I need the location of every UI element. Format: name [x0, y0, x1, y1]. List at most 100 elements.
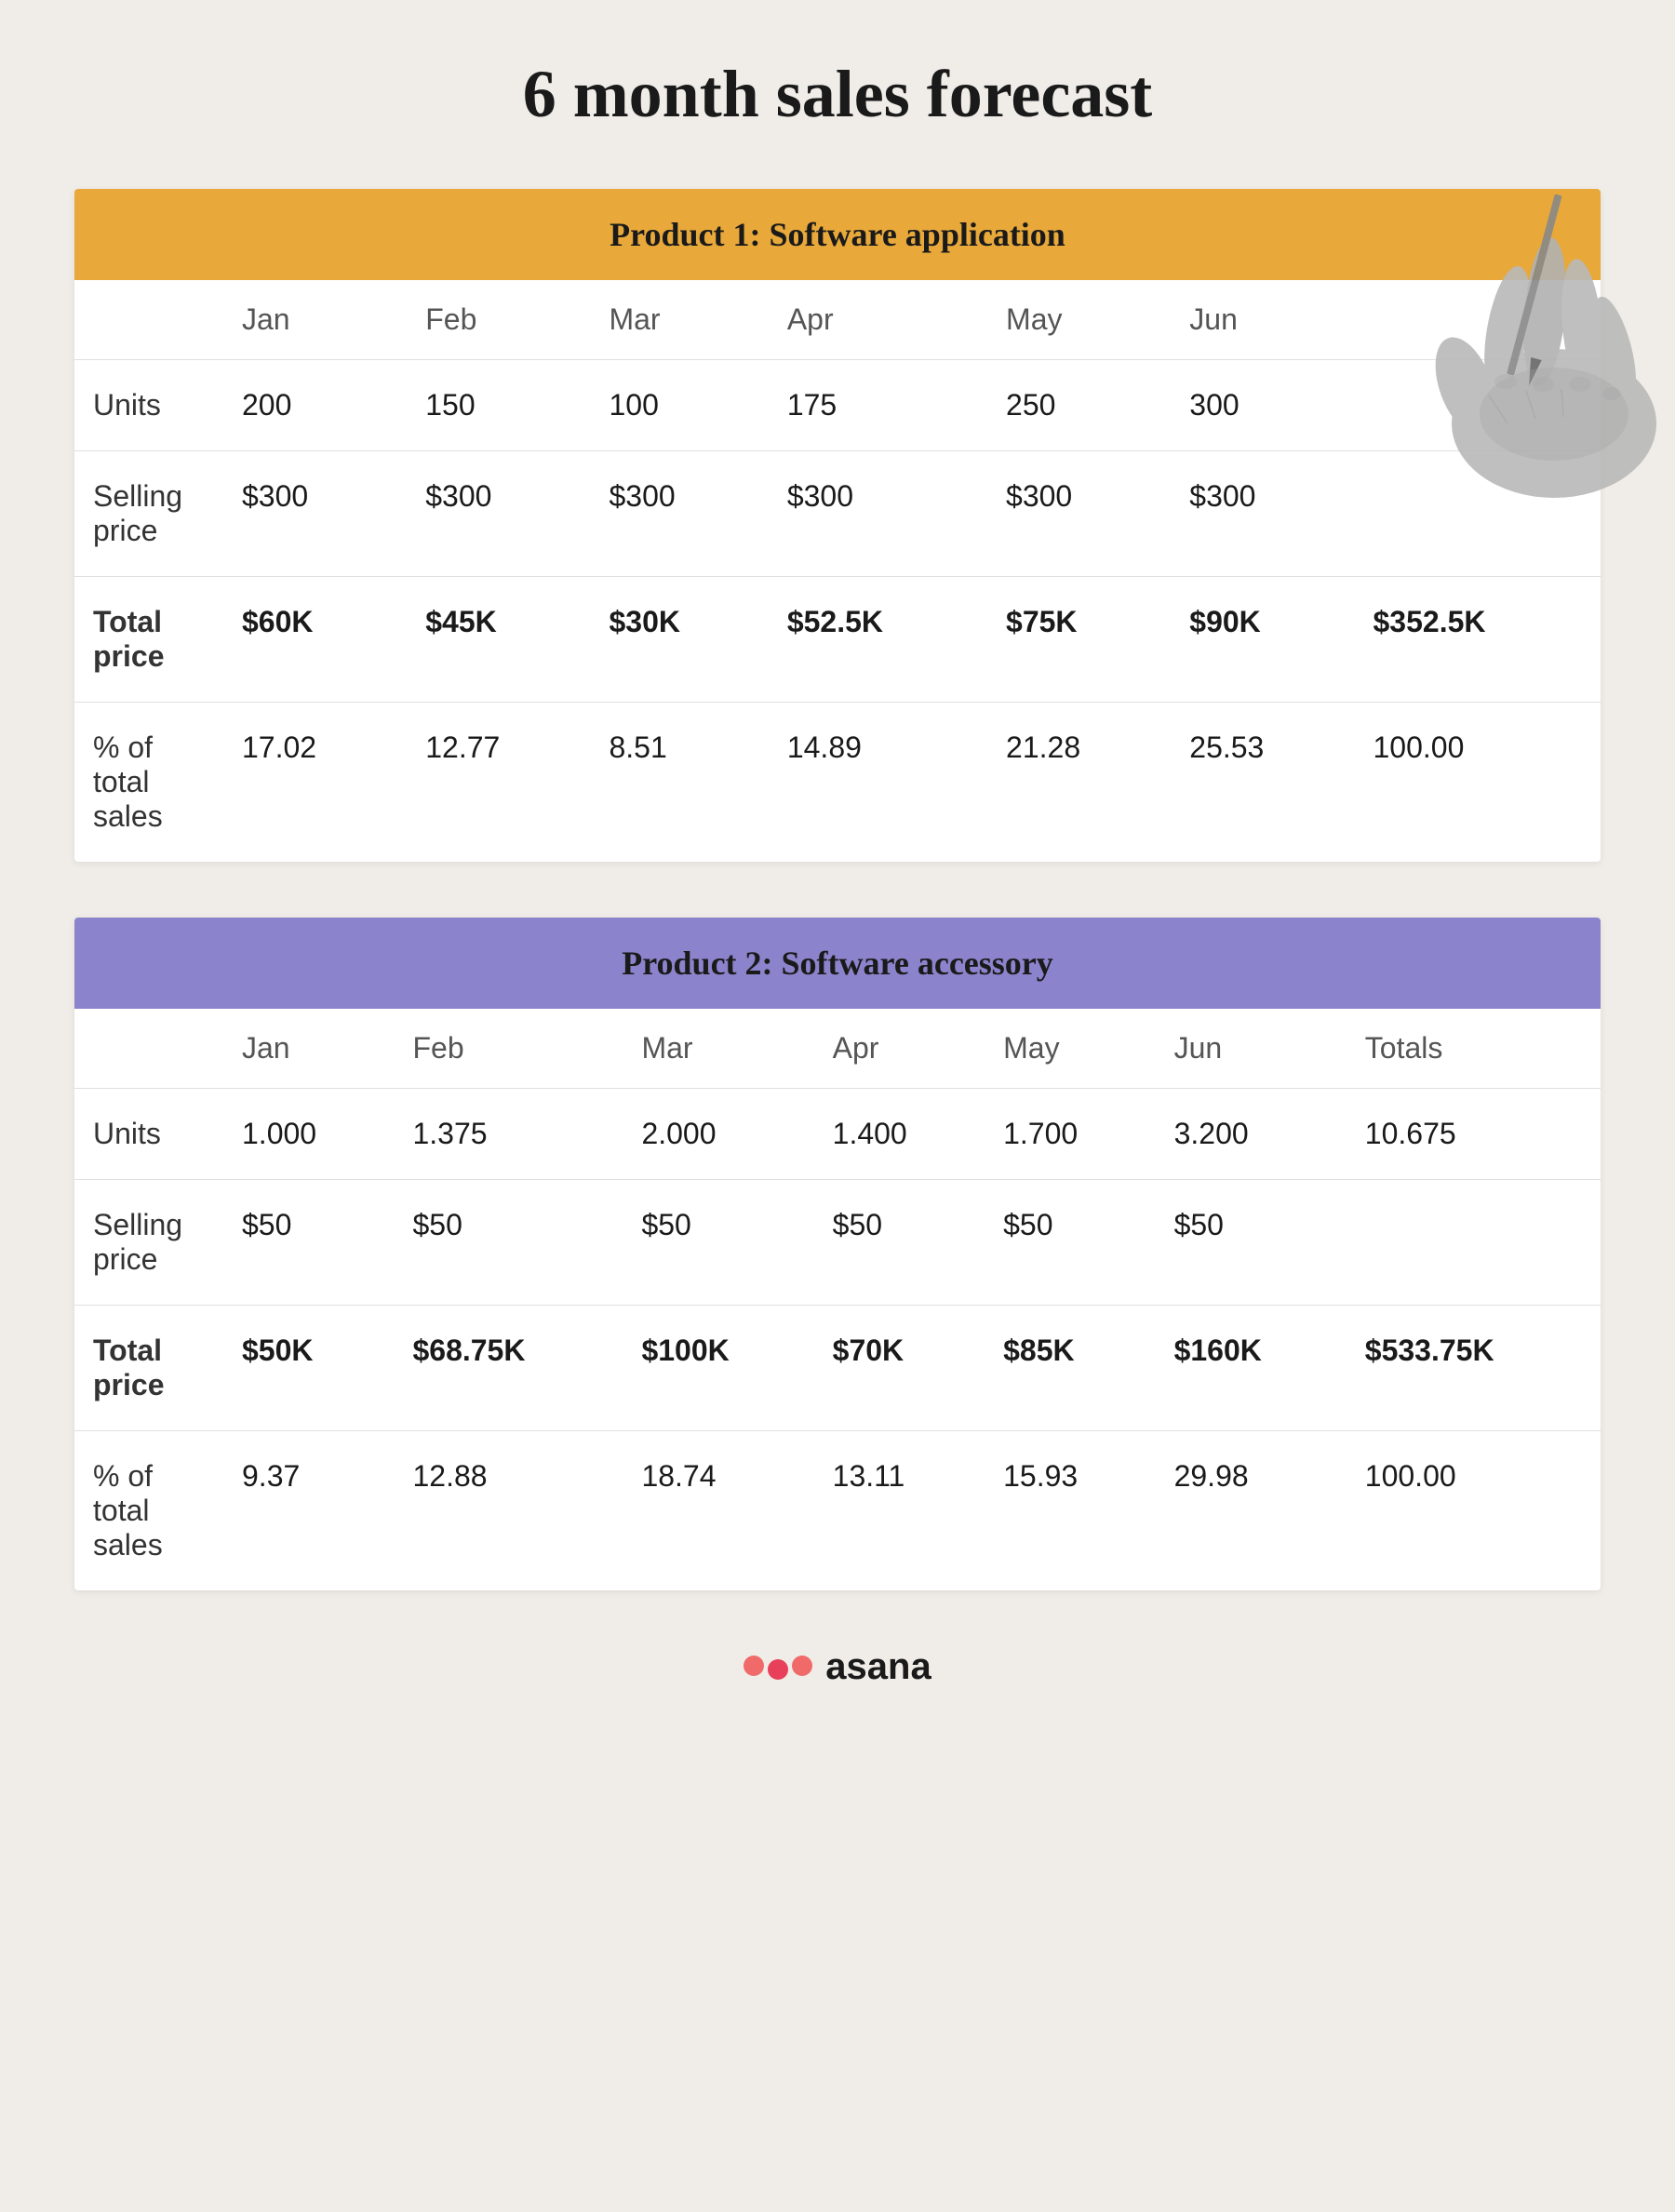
page-container: 6 month sales forecast Product 1: Softwa…	[0, 0, 1675, 2212]
p1-pct-mar: 8.51	[590, 703, 768, 863]
p2-units-jan: 1.000	[223, 1089, 394, 1180]
p1-sp-jan: $300	[223, 451, 407, 577]
p2-row-label-selling-price: Selling price	[74, 1180, 223, 1306]
asana-logo: asana	[744, 1646, 931, 1688]
p1-units-jun: 300	[1171, 360, 1354, 451]
p2-pct-may: 15.93	[985, 1431, 1155, 1591]
p1-units-may: 250	[987, 360, 1171, 451]
p1-sp-feb: $300	[407, 451, 590, 577]
asana-dots	[744, 1656, 812, 1680]
product2-header-cell: Product 2: Software accessory	[74, 918, 1601, 1009]
p2-pct-apr: 13.11	[814, 1431, 985, 1591]
product2-header-row: Product 2: Software accessory	[74, 918, 1601, 1009]
product1-total-price-row: Total price $60K $45K $30K $52.5K $75K $…	[74, 577, 1601, 703]
row-label-total-price: Total price	[74, 577, 223, 703]
p2-units-mar: 2.000	[623, 1089, 813, 1180]
col-header-label	[74, 280, 223, 360]
p1-pct-apr: 14.89	[769, 703, 987, 863]
p1-units-apr: 175	[769, 360, 987, 451]
p2-tp-apr: $70K	[814, 1306, 985, 1431]
product2-selling-price-row: Selling price $50 $50 $50 $50 $50 $50	[74, 1180, 1601, 1306]
col2-header-label	[74, 1009, 223, 1089]
col-header-jan: Jan	[223, 280, 407, 360]
p1-sp-jun: $300	[1171, 451, 1354, 577]
p2-tp-jan: $50K	[223, 1306, 394, 1431]
p1-pct-jan: 17.02	[223, 703, 407, 863]
p2-tp-may: $85K	[985, 1306, 1155, 1431]
asana-dot-left	[744, 1656, 764, 1676]
p2-sp-may: $50	[985, 1180, 1155, 1306]
p2-pct-jan: 9.37	[223, 1431, 394, 1591]
product2-col-header-row: Jan Feb Mar Apr May Jun Totals	[74, 1009, 1601, 1089]
hand-decoration	[1405, 144, 1675, 498]
col-header-apr: Apr	[769, 280, 987, 360]
p1-tp-jun: $90K	[1171, 577, 1354, 703]
p2-sp-mar: $50	[623, 1180, 813, 1306]
p1-tp-apr: $52.5K	[769, 577, 987, 703]
p2-pct-jun: 29.98	[1156, 1431, 1347, 1591]
p1-tp-feb: $45K	[407, 577, 590, 703]
p1-tp-jan: $60K	[223, 577, 407, 703]
p1-tp-total: $352.5K	[1355, 577, 1601, 703]
product1-col-header-row: Jan Feb Mar Apr May Jun	[74, 280, 1601, 360]
p2-sp-jan: $50	[223, 1180, 394, 1306]
p1-units-feb: 150	[407, 360, 590, 451]
p2-row-label-units: Units	[74, 1089, 223, 1180]
product1-selling-price-row: Selling price $300 $300 $300 $300 $300 $…	[74, 451, 1601, 577]
p2-pct-feb: 12.88	[394, 1431, 623, 1591]
p1-sp-may: $300	[987, 451, 1171, 577]
p2-sp-jun: $50	[1156, 1180, 1347, 1306]
p1-sp-apr: $300	[769, 451, 987, 577]
col-header-may: May	[987, 280, 1171, 360]
p2-tp-mar: $100K	[623, 1306, 813, 1431]
product2-total-price-row: Total price $50K $68.75K $100K $70K $85K…	[74, 1306, 1601, 1431]
col2-header-mar: Mar	[623, 1009, 813, 1089]
p1-sp-mar: $300	[590, 451, 768, 577]
p2-tp-feb: $68.75K	[394, 1306, 623, 1431]
asana-brand-name: asana	[825, 1646, 931, 1688]
p2-units-may: 1.700	[985, 1089, 1155, 1180]
col2-header-jan: Jan	[223, 1009, 394, 1089]
asana-dot-right	[792, 1656, 812, 1676]
col2-header-feb: Feb	[394, 1009, 623, 1089]
col2-header-apr: Apr	[814, 1009, 985, 1089]
product2-pct-row: % of total sales 9.37 12.88 18.74 13.11 …	[74, 1431, 1601, 1591]
page-title: 6 month sales forecast	[74, 56, 1601, 133]
p2-pct-mar: 18.74	[623, 1431, 813, 1591]
col2-header-may: May	[985, 1009, 1155, 1089]
product2-units-row: Units 1.000 1.375 2.000 1.400 1.700 3.20…	[74, 1089, 1601, 1180]
p2-units-feb: 1.375	[394, 1089, 623, 1180]
p2-row-label-total-price: Total price	[74, 1306, 223, 1431]
col2-header-jun: Jun	[1156, 1009, 1347, 1089]
p1-pct-may: 21.28	[987, 703, 1171, 863]
p2-sp-feb: $50	[394, 1180, 623, 1306]
p2-row-label-pct: % of total sales	[74, 1431, 223, 1591]
product1-table: Product 1: Software application Jan Feb …	[74, 189, 1601, 862]
product1-units-row: Units 200 150 100 175 250 300	[74, 360, 1601, 451]
asana-dot-center	[768, 1659, 788, 1680]
p2-units-total: 10.675	[1347, 1089, 1601, 1180]
p2-units-apr: 1.400	[814, 1089, 985, 1180]
product1-pct-row: % of total sales 17.02 12.77 8.51 14.89 …	[74, 703, 1601, 863]
footer: asana	[74, 1646, 1601, 1707]
p1-tp-mar: $30K	[590, 577, 768, 703]
col-header-jun: Jun	[1171, 280, 1354, 360]
product2-table: Product 2: Software accessory Jan Feb Ma…	[74, 918, 1601, 1590]
product1-header-row: Product 1: Software application	[74, 189, 1601, 280]
p1-tp-may: $75K	[987, 577, 1171, 703]
p2-tp-total: $533.75K	[1347, 1306, 1601, 1431]
p1-pct-jun: 25.53	[1171, 703, 1354, 863]
row-label-pct: % of total sales	[74, 703, 223, 863]
p2-units-jun: 3.200	[1156, 1089, 1347, 1180]
p1-pct-feb: 12.77	[407, 703, 590, 863]
p1-pct-total: 100.00	[1355, 703, 1601, 863]
p1-units-jan: 200	[223, 360, 407, 451]
product1-header-cell: Product 1: Software application	[74, 189, 1601, 280]
row-label-selling-price: Selling price	[74, 451, 223, 577]
p2-sp-total	[1347, 1180, 1601, 1306]
p1-units-mar: 100	[590, 360, 768, 451]
p2-tp-jun: $160K	[1156, 1306, 1347, 1431]
row-label-units: Units	[74, 360, 223, 451]
col2-header-totals: Totals	[1347, 1009, 1601, 1089]
p2-sp-apr: $50	[814, 1180, 985, 1306]
